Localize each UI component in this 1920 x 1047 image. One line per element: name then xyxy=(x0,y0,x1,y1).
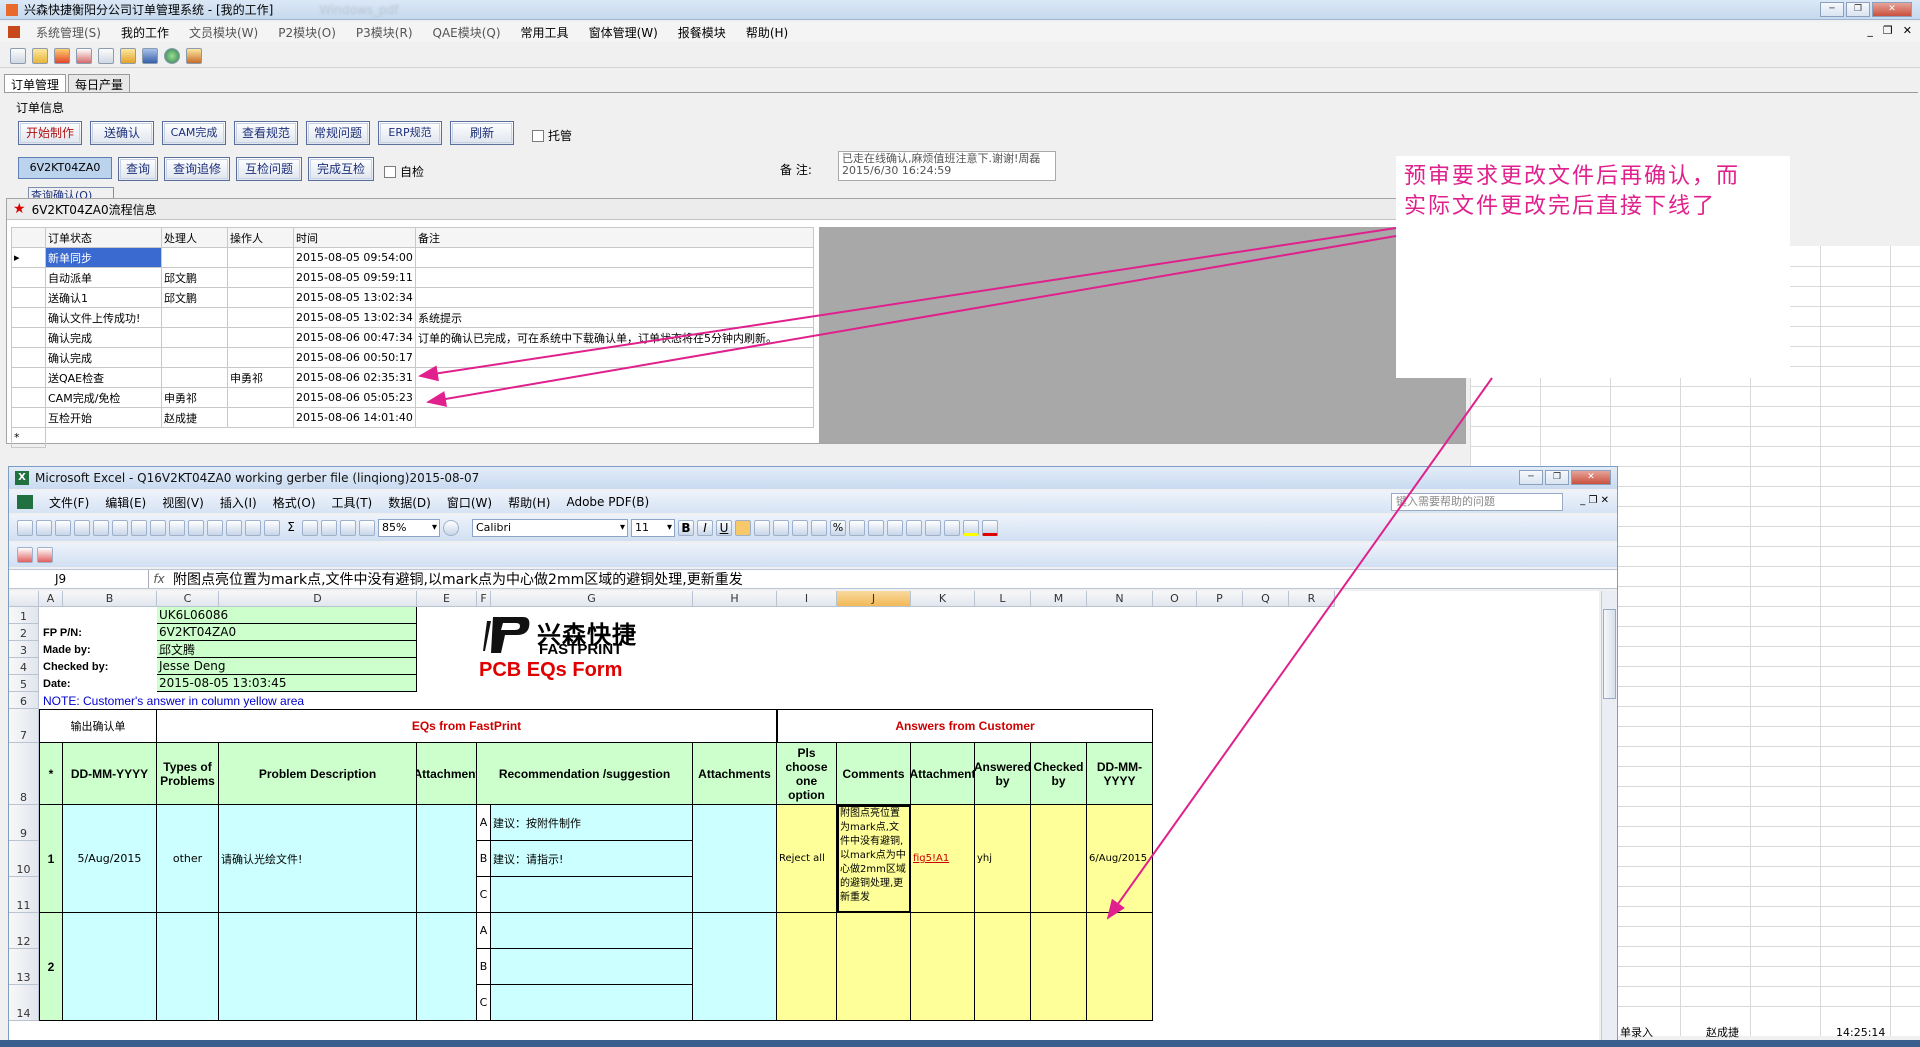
arrow-to-comment xyxy=(1106,377,1493,920)
status-time: 14:25:14 xyxy=(1836,1025,1886,1039)
status-user-fragment: 单录入 xyxy=(1620,1026,1653,1039)
annotation-arrows xyxy=(418,227,1493,920)
status-user: 赵成捷 xyxy=(1706,1026,1739,1039)
arrow-to-cam-done xyxy=(426,235,1397,407)
taskbar xyxy=(0,1040,1920,1047)
status-bar: 单录入 赵成捷 14:25:14 xyxy=(1616,1022,1920,1042)
arrow-to-qae-check xyxy=(418,227,1397,382)
